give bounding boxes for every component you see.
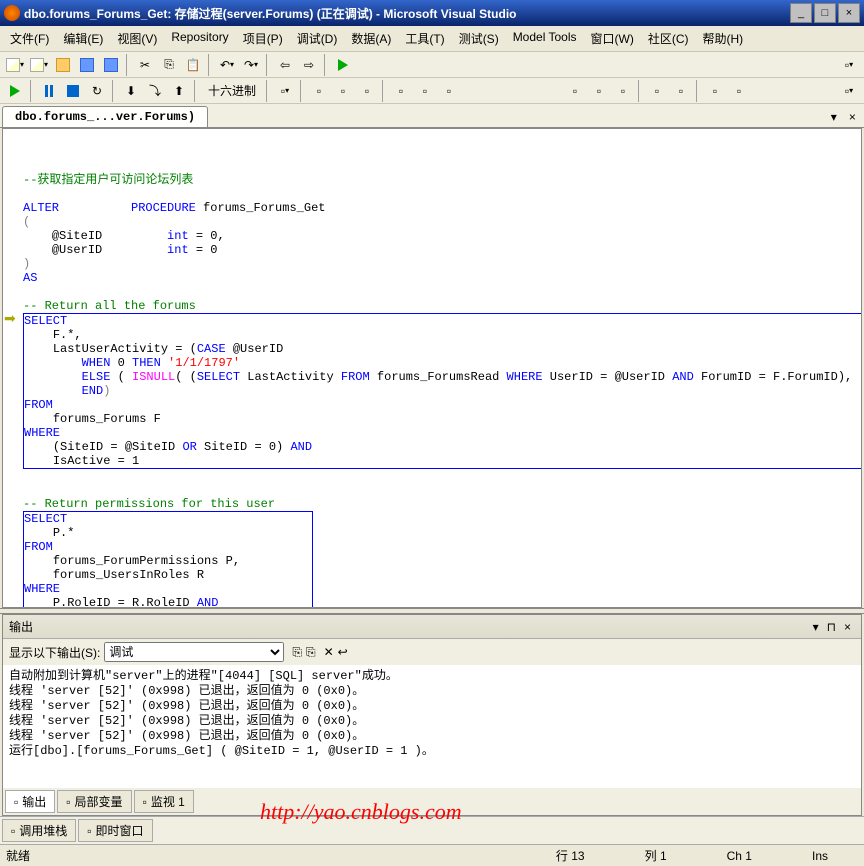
menu-test[interactable]: 测试(S)	[453, 28, 505, 49]
tab-watch[interactable]: ▫ 监视 1	[134, 790, 194, 813]
output-header: 输出 ▾ ⊓ ×	[3, 615, 861, 639]
open-button[interactable]	[52, 54, 74, 76]
hex-label[interactable]: 十六进制	[202, 82, 262, 99]
menu-bar: 文件(F) 编辑(E) 视图(V) Repository 项目(P) 调试(D)…	[0, 26, 864, 52]
bottom-tabs2: ▫ 调用堆栈 ▫ 即时窗口	[0, 816, 864, 844]
menu-help[interactable]: 帮助(H)	[697, 28, 750, 49]
step-into-button[interactable]: ⬇	[120, 80, 142, 102]
code-content[interactable]: --获取指定用户可访问论坛列表 ALTER PROCEDURE forums_F…	[3, 129, 861, 608]
step-over-button[interactable]: ⤵	[144, 80, 166, 102]
menu-tools[interactable]: 工具(T)	[399, 28, 450, 49]
output-source-select[interactable]: 调试	[104, 642, 284, 662]
redo-button[interactable]: ↷	[240, 54, 262, 76]
pause-button[interactable]	[38, 80, 60, 102]
add-button[interactable]	[28, 54, 50, 76]
db-button1[interactable]: ▫	[564, 80, 586, 102]
win-button4[interactable]: ▫	[356, 80, 378, 102]
win-button6[interactable]: ▫	[414, 80, 436, 102]
output-toolbar: 显示以下输出(S): 调试 ⎘ ⎘ ✕ ↩	[3, 639, 861, 665]
save-button[interactable]	[76, 54, 98, 76]
db-button7[interactable]: ▫	[728, 80, 750, 102]
menu-repository[interactable]: Repository	[165, 28, 234, 49]
nav-back-button[interactable]: ⇦	[274, 54, 296, 76]
output-content[interactable]: 自动附加到计算机"server"上的进程"[4044] [SQL] server…	[3, 665, 861, 788]
maximize-button[interactable]: □	[814, 3, 836, 23]
toolbar-options[interactable]: ▫	[838, 54, 860, 76]
restart-button[interactable]: ↻	[86, 80, 108, 102]
menu-data[interactable]: 数据(A)	[345, 28, 397, 49]
output-dropdown[interactable]: ▾	[809, 620, 823, 634]
paste-button[interactable]: 📋	[182, 54, 204, 76]
output-wrap[interactable]: ↩	[338, 645, 348, 659]
menu-community[interactable]: 社区(C)	[642, 28, 695, 49]
new-button[interactable]	[4, 54, 26, 76]
step-out-button[interactable]: ⬆	[168, 80, 190, 102]
output-tabs: ▫ 输出 ▫ 局部变量 ▫ 监视 1	[3, 788, 861, 815]
status-ins: Ins	[782, 849, 858, 863]
windows-button1[interactable]: ▫	[274, 80, 296, 102]
minimize-button[interactable]: _	[790, 3, 812, 23]
menu-edit[interactable]: 编辑(E)	[57, 28, 109, 49]
win-button2[interactable]: ▫	[308, 80, 330, 102]
output-clear[interactable]: ✕	[324, 645, 334, 659]
tab-bar: dbo.forums_...ver.Forums) ▾ ×	[0, 104, 864, 128]
status-bar: 就绪 行 13 列 1 Ch 1 Ins	[0, 844, 864, 866]
tab-callstack[interactable]: ▫ 调用堆栈	[2, 819, 76, 842]
db-button5[interactable]: ▫	[670, 80, 692, 102]
run-button[interactable]	[332, 54, 354, 76]
menu-model[interactable]: Model Tools	[507, 28, 583, 49]
output-pin[interactable]: ⊓	[823, 620, 840, 634]
status-col: 列 1	[615, 847, 697, 864]
output-btn2[interactable]: ⎘	[306, 645, 316, 660]
db-button4[interactable]: ▫	[646, 80, 668, 102]
db-button2[interactable]: ▫	[588, 80, 610, 102]
current-line-marker: ➡	[4, 313, 16, 327]
window-title: dbo.forums_Forums_Get: 存储过程(server.Forum…	[24, 5, 790, 22]
menu-window[interactable]: 窗口(W)	[585, 28, 640, 49]
continue-button[interactable]	[4, 80, 26, 102]
tab-dropdown[interactable]: ▾	[825, 108, 843, 127]
code-editor[interactable]: --获取指定用户可访问论坛列表 ALTER PROCEDURE forums_F…	[2, 128, 862, 608]
app-icon	[4, 5, 20, 21]
status-ready: 就绪	[6, 847, 30, 864]
output-close[interactable]: ×	[840, 620, 855, 634]
undo-button[interactable]: ↶	[216, 54, 238, 76]
tab-close[interactable]: ×	[843, 109, 862, 127]
status-line: 行 13	[526, 847, 615, 864]
tab-locals[interactable]: ▫ 局部变量	[57, 790, 131, 813]
tab-main[interactable]: dbo.forums_...ver.Forums)	[2, 106, 208, 127]
tab-immediate[interactable]: ▫ 即时窗口	[78, 819, 152, 842]
menu-project[interactable]: 项目(P)	[237, 28, 289, 49]
win-button5[interactable]: ▫	[390, 80, 412, 102]
copy-button[interactable]: ⎘	[158, 54, 180, 76]
menu-file[interactable]: 文件(F)	[4, 28, 55, 49]
toolbar-main: ✂ ⎘ 📋 ↶ ↷ ⇦ ⇨ ▫	[0, 52, 864, 78]
output-panel: 输出 ▾ ⊓ × 显示以下输出(S): 调试 ⎘ ⎘ ✕ ↩ 自动附加到计算机"…	[2, 614, 862, 816]
output-title: 输出	[9, 618, 809, 635]
output-source-label: 显示以下输出(S):	[9, 644, 100, 661]
close-button[interactable]: ×	[838, 3, 860, 23]
win-button7[interactable]: ▫	[438, 80, 460, 102]
saveall-button[interactable]	[100, 54, 122, 76]
stop-button[interactable]	[62, 80, 84, 102]
cut-button[interactable]: ✂	[134, 54, 156, 76]
status-ch: Ch 1	[697, 849, 782, 863]
window-controls: _ □ ×	[790, 3, 860, 23]
db-button6[interactable]: ▫	[704, 80, 726, 102]
db-button3[interactable]: ▫	[612, 80, 634, 102]
menu-view[interactable]: 视图(V)	[111, 28, 163, 49]
output-btn1[interactable]: ⎘	[292, 645, 302, 660]
toolbar-debug: ↻ ⬇ ⤵ ⬆ 十六进制 ▫ ▫ ▫ ▫ ▫ ▫ ▫ ▫ ▫ ▫ ▫ ▫ ▫ ▫…	[0, 78, 864, 104]
menu-debug[interactable]: 调试(D)	[291, 28, 344, 49]
toolbar-options2[interactable]: ▫	[838, 80, 860, 102]
nav-forward-button[interactable]: ⇨	[298, 54, 320, 76]
title-bar: dbo.forums_Forums_Get: 存储过程(server.Forum…	[0, 0, 864, 26]
win-button3[interactable]: ▫	[332, 80, 354, 102]
tab-output[interactable]: ▫ 输出	[5, 790, 55, 813]
